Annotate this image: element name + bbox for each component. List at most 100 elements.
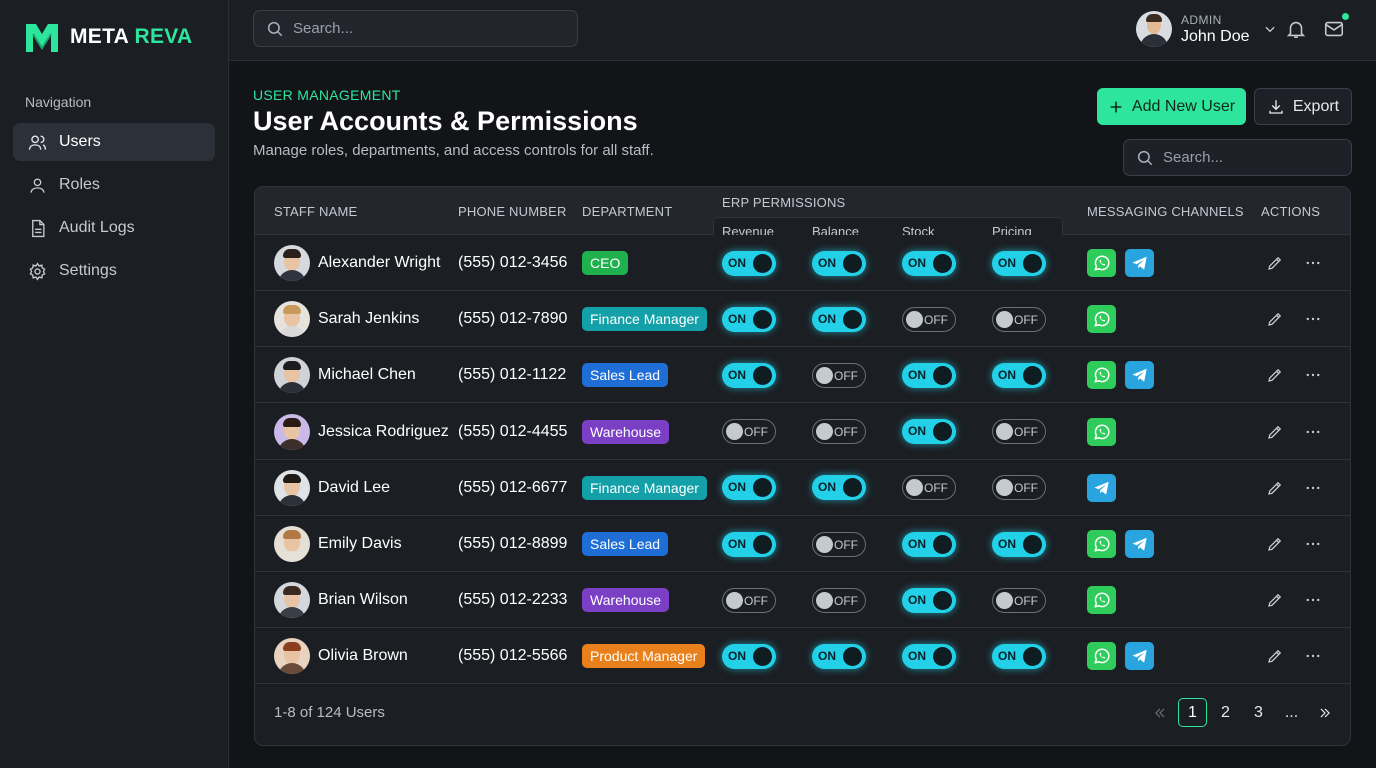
permission-toggle-stock[interactable]: OFF — [902, 475, 956, 501]
page-button-3[interactable]: 3 — [1244, 698, 1273, 727]
table-search[interactable] — [1123, 139, 1352, 176]
more-button[interactable] — [1302, 421, 1324, 443]
permission-toggle-balance[interactable]: OFF — [812, 419, 866, 445]
export-button[interactable]: Export — [1254, 88, 1352, 125]
permission-toggle-revenue[interactable]: ON — [722, 531, 776, 557]
toggle-knob — [1023, 534, 1042, 554]
toggle-label: ON — [728, 648, 746, 663]
whatsapp-button[interactable] — [1087, 305, 1116, 334]
whatsapp-button[interactable] — [1087, 530, 1116, 558]
permission-toggle-revenue[interactable]: OFF — [722, 587, 776, 613]
sidebar-item-roles[interactable]: Roles — [13, 166, 215, 204]
more-icon — [1306, 261, 1320, 265]
telegram-button[interactable] — [1125, 642, 1154, 671]
sidebar-item-settings[interactable]: Settings — [13, 252, 215, 290]
more-button[interactable] — [1302, 364, 1324, 386]
toggle-label: ON — [818, 648, 836, 663]
permission-toggle-pricing[interactable]: OFF — [992, 306, 1046, 332]
permission-toggle-revenue[interactable]: ON — [722, 643, 776, 669]
telegram-button[interactable] — [1125, 530, 1154, 558]
permission-toggle-revenue[interactable]: ON — [722, 362, 776, 388]
brand-name-b: REVA — [134, 25, 193, 48]
first-page-button[interactable] — [1145, 698, 1174, 727]
permission-toggle-pricing[interactable]: ON — [992, 250, 1046, 276]
permission-toggle-balance[interactable]: ON — [812, 475, 866, 501]
permission-cell: OFF — [992, 572, 1046, 628]
brand-logo[interactable]: META REVA — [24, 20, 193, 54]
edit-button[interactable] — [1264, 533, 1286, 555]
whatsapp-button[interactable] — [1087, 642, 1116, 671]
permission-toggle-pricing[interactable]: OFF — [992, 419, 1046, 445]
permission-toggle-balance[interactable]: ON — [812, 250, 866, 276]
permission-toggle-stock[interactable]: ON — [902, 419, 956, 445]
global-search[interactable] — [253, 10, 578, 47]
permission-toggle-revenue[interactable]: ON — [722, 475, 776, 501]
avatar — [274, 413, 310, 450]
permission-toggle-balance[interactable]: ON — [812, 643, 866, 669]
toggle-knob — [1023, 646, 1042, 666]
more-button[interactable] — [1302, 477, 1324, 499]
permission-toggle-pricing[interactable]: OFF — [992, 587, 1046, 613]
whatsapp-button[interactable] — [1087, 586, 1116, 615]
permission-toggle-balance[interactable]: OFF — [812, 531, 866, 557]
edit-button[interactable] — [1264, 308, 1286, 330]
user-menu[interactable]: ADMIN John Doe — [1136, 11, 1277, 47]
sidebar-item-audit-logs[interactable]: Audit Logs — [13, 209, 215, 247]
permission-toggle-pricing[interactable]: ON — [992, 643, 1046, 669]
permission-toggle-revenue[interactable]: ON — [722, 250, 776, 276]
staff-name: Alexander Wright — [318, 254, 441, 271]
permission-toggle-revenue[interactable]: ON — [722, 306, 776, 332]
telegram-button[interactable] — [1087, 473, 1116, 502]
permission-toggle-revenue[interactable]: OFF — [722, 419, 776, 445]
table-search-input[interactable] — [1163, 149, 1343, 166]
permission-toggle-stock[interactable]: ON — [902, 643, 956, 669]
permission-toggle-stock[interactable]: ON — [902, 531, 956, 557]
permission-cell: OFF — [812, 404, 866, 460]
permission-toggle-stock[interactable]: ON — [902, 250, 956, 276]
edit-button[interactable] — [1264, 252, 1286, 274]
permission-toggle-pricing[interactable]: ON — [992, 362, 1046, 388]
more-button[interactable] — [1302, 533, 1324, 555]
header-erp-permissions: ERP PERMISSIONS — [722, 195, 846, 210]
phone-number: (555) 012-4455 — [458, 422, 568, 440]
more-button[interactable] — [1302, 252, 1324, 274]
permission-cell: ON — [902, 235, 956, 291]
phone-cell: (555) 012-5566 — [458, 628, 567, 684]
phone-cell: (555) 012-2233 — [458, 572, 567, 628]
permission-toggle-balance[interactable]: ON — [812, 306, 866, 332]
more-button[interactable] — [1302, 308, 1324, 330]
whatsapp-button[interactable] — [1087, 249, 1116, 277]
department-cell: CEO — [582, 235, 629, 291]
permission-toggle-balance[interactable]: OFF — [812, 587, 866, 613]
permission-toggle-pricing[interactable]: ON — [992, 531, 1046, 557]
more-button[interactable] — [1302, 589, 1324, 611]
avatar — [274, 526, 310, 562]
last-page-button[interactable] — [1310, 698, 1339, 727]
permission-toggle-stock[interactable]: ON — [902, 362, 956, 388]
permission-toggle-balance[interactable]: OFF — [812, 362, 866, 388]
mail-icon[interactable] — [1323, 18, 1345, 40]
sidebar-item-label: Roles — [59, 176, 100, 193]
actions-cell — [1264, 460, 1324, 516]
add-user-button[interactable]: Add New User — [1097, 88, 1246, 125]
more-button[interactable] — [1302, 645, 1324, 667]
telegram-button[interactable] — [1125, 249, 1154, 277]
telegram-button[interactable] — [1125, 361, 1154, 390]
permission-toggle-stock[interactable]: OFF — [902, 306, 956, 332]
whatsapp-button[interactable] — [1087, 361, 1116, 390]
page-button-2[interactable]: 2 — [1211, 698, 1240, 727]
global-search-input[interactable] — [293, 20, 553, 37]
channels-cell — [1087, 516, 1163, 572]
edit-button[interactable] — [1264, 421, 1286, 443]
edit-button[interactable] — [1264, 364, 1286, 386]
edit-button[interactable] — [1264, 477, 1286, 499]
table-row: Michael Chen (555) 012-1122 Sales Lead ON OF… — [255, 347, 1350, 404]
permission-toggle-pricing[interactable]: OFF — [992, 475, 1046, 501]
bell-icon[interactable] — [1285, 18, 1307, 40]
permission-toggle-stock[interactable]: ON — [902, 587, 956, 613]
sidebar-item-users[interactable]: Users — [13, 123, 215, 161]
whatsapp-button[interactable] — [1087, 417, 1116, 446]
edit-button[interactable] — [1264, 645, 1286, 667]
edit-button[interactable] — [1264, 589, 1286, 611]
page-button-1[interactable]: 1 — [1178, 698, 1207, 727]
